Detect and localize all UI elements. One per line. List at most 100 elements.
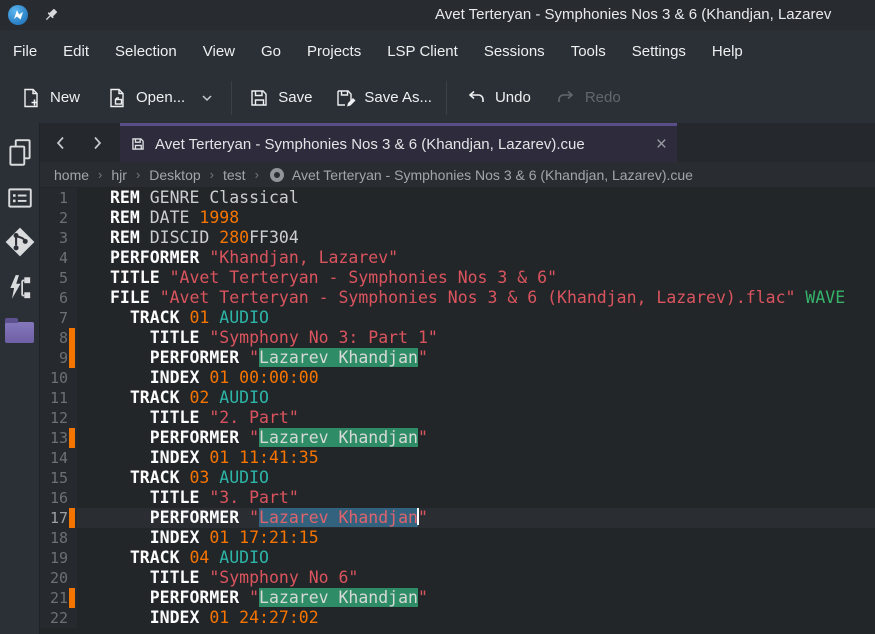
menu-item-sessions[interactable]: Sessions [471, 37, 558, 66]
redo-button[interactable]: Redo [555, 87, 621, 109]
code-text[interactable]: TRACK 02 AUDIO [77, 388, 875, 408]
line-number: 3 [40, 228, 68, 248]
modified-line-marker [68, 428, 77, 448]
back-button[interactable] [46, 123, 76, 162]
toolbar: New Open... Save Save As... Undo [0, 72, 875, 123]
undo-button[interactable]: Undo [465, 87, 531, 109]
project-folder-icon[interactable] [0, 319, 40, 343]
save-button-label: Save [278, 89, 312, 106]
document-tab[interactable]: Avet Terteryan - Symphonies Nos 3 & 6 (K… [120, 123, 677, 162]
line-number: 4 [40, 248, 68, 268]
open-button[interactable]: Open... [106, 87, 215, 109]
modified-line-marker [68, 608, 77, 628]
modified-line-marker [68, 528, 77, 548]
breadcrumb-separator: › [248, 167, 266, 182]
modified-line-marker [68, 548, 77, 568]
modified-line-marker [68, 568, 77, 588]
code-text[interactable]: PERFORMER "Lazarev Khandjan" [77, 348, 875, 368]
code-text[interactable]: INDEX 01 00:00:00 [77, 368, 875, 388]
modified-line-marker [68, 508, 77, 528]
code-text[interactable]: TRACK 01 AUDIO [77, 308, 875, 328]
forward-button[interactable] [82, 123, 112, 162]
breadcrumb-separator: › [203, 167, 221, 182]
tab-close-icon[interactable]: × [656, 135, 667, 154]
code-text[interactable]: TITLE "Symphony No 3: Part 1" [77, 328, 875, 348]
menu-item-view[interactable]: View [190, 37, 248, 66]
new-button[interactable]: New [20, 87, 80, 109]
breadcrumb-segment[interactable]: hjr [109, 167, 129, 183]
save-icon [248, 87, 270, 109]
menu-item-selection[interactable]: Selection [102, 37, 190, 66]
modified-line-marker [68, 208, 77, 228]
chevron-left-icon [52, 134, 70, 152]
line-number: 20 [40, 568, 68, 588]
line-number: 18 [40, 528, 68, 548]
code-text[interactable]: REM DATE 1998 [77, 208, 875, 228]
document-new-icon [20, 87, 42, 109]
code-line: 6FILE "Avet Terteryan - Symphonies Nos 3… [40, 288, 875, 308]
code-text[interactable]: REM GENRE Classical [77, 188, 875, 208]
documents-icon[interactable] [0, 137, 40, 169]
menu-item-go[interactable]: Go [248, 37, 294, 66]
kate-app-icon[interactable] [8, 5, 28, 25]
chevron-down-icon[interactable] [199, 90, 215, 106]
modified-line-marker [68, 268, 77, 288]
modified-line-marker [68, 408, 77, 428]
breadcrumb: home›hjr›Desktop›test›Avet Terteryan - S… [40, 162, 875, 187]
modified-line-marker [68, 488, 77, 508]
breadcrumb-separator: › [129, 167, 147, 182]
tab-title: Avet Terteryan - Symphonies Nos 3 & 6 (K… [155, 136, 646, 153]
code-line: 5TITLE "Avet Terteryan - Symphonies Nos … [40, 268, 875, 288]
code-text[interactable]: REM DISCID 280FF304 [77, 228, 875, 248]
code-text[interactable]: PERFORMER "Lazarev Khandjan" [77, 428, 875, 448]
code-text[interactable]: INDEX 01 11:41:35 [77, 448, 875, 468]
kate-logo-glyph [11, 8, 25, 22]
code-text[interactable]: TITLE "Symphony No 6" [77, 568, 875, 588]
code-line: 14 INDEX 01 11:41:35 [40, 448, 875, 468]
save-button[interactable]: Save [248, 87, 312, 109]
code-text[interactable]: PERFORMER "Lazarev Khandjan" [77, 508, 875, 528]
code-editor[interactable]: 1REM GENRE Classical2REM DATE 19983REM D… [40, 187, 875, 634]
menu-item-tools[interactable]: Tools [558, 37, 619, 66]
code-text[interactable]: TRACK 04 AUDIO [77, 548, 875, 568]
audio-cd-icon [270, 168, 284, 182]
redo-icon [555, 87, 577, 109]
code-line: 16 TITLE "3. Part" [40, 488, 875, 508]
breadcrumb-segment[interactable]: home [52, 167, 91, 183]
open-button-label: Open... [136, 89, 185, 106]
modified-line-marker [68, 388, 77, 408]
breadcrumb-segment[interactable]: Desktop [147, 167, 202, 183]
menu-item-projects[interactable]: Projects [294, 37, 374, 66]
menu-item-settings[interactable]: Settings [619, 37, 699, 66]
modified-line-marker [68, 288, 77, 308]
menu-item-help[interactable]: Help [699, 37, 756, 66]
code-text[interactable]: TITLE "3. Part" [77, 488, 875, 508]
breadcrumb-segment[interactable]: test [221, 167, 248, 183]
save-as-button[interactable]: Save As... [334, 87, 432, 109]
git-icon[interactable] [0, 225, 40, 259]
code-text[interactable]: TRACK 03 AUDIO [77, 468, 875, 488]
save-as-icon [334, 87, 356, 109]
code-line: 19 TRACK 04 AUDIO [40, 548, 875, 568]
menu-item-lsp-client[interactable]: LSP Client [374, 37, 471, 66]
line-number: 13 [40, 428, 68, 448]
line-number: 9 [40, 348, 68, 368]
menu-item-file[interactable]: File [0, 37, 50, 66]
code-text[interactable]: INDEX 01 17:21:15 [77, 528, 875, 548]
code-text[interactable]: PERFORMER "Khandjan, Lazarev" [77, 248, 875, 268]
code-text[interactable]: TITLE "Avet Terteryan - Symphonies Nos 3… [77, 268, 875, 288]
menu-item-edit[interactable]: Edit [50, 37, 102, 66]
code-text[interactable]: PERFORMER "Lazarev Khandjan" [77, 588, 875, 608]
symbols-icon[interactable] [0, 273, 40, 303]
code-line: 1REM GENRE Classical [40, 188, 875, 208]
list-panel-icon[interactable] [0, 185, 40, 211]
code-line: 11 TRACK 02 AUDIO [40, 388, 875, 408]
pin-icon[interactable] [40, 4, 62, 26]
code-text[interactable]: FILE "Avet Terteryan - Symphonies Nos 3 … [77, 288, 875, 308]
modified-line-marker [68, 188, 77, 208]
breadcrumb-file[interactable]: Avet Terteryan - Symphonies Nos 3 & 6 (K… [292, 167, 693, 183]
code-text[interactable]: TITLE "2. Part" [77, 408, 875, 428]
titlebar: Avet Terteryan - Symphonies Nos 3 & 6 (K… [0, 0, 875, 30]
line-number: 22 [40, 608, 68, 628]
code-text[interactable]: INDEX 01 24:27:02 [77, 608, 875, 628]
